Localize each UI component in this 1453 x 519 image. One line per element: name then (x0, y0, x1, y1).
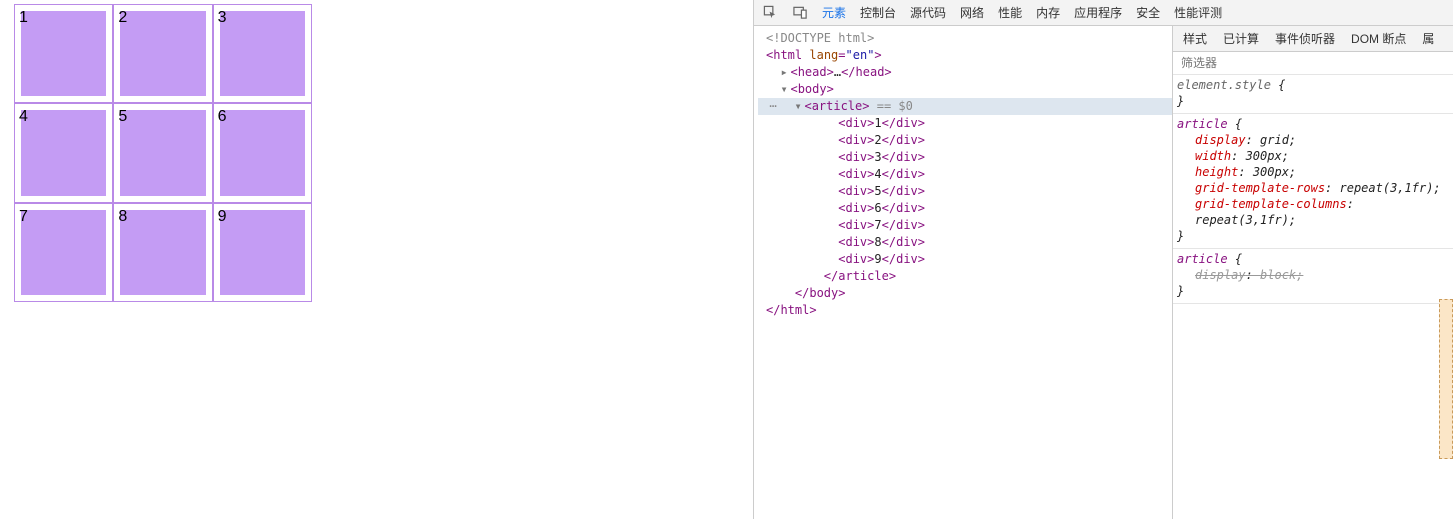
styles-filter-input[interactable] (1173, 52, 1453, 74)
dom-article-open[interactable]: ⋯ ▾<article> == $0 (758, 98, 1172, 115)
dom-div[interactable]: <div>1</div> (758, 115, 1172, 132)
grid-cell: 1 (14, 4, 113, 103)
tab-network[interactable]: 网络 (960, 0, 984, 26)
dom-div[interactable]: <div>5</div> (758, 183, 1172, 200)
grid-cell-label: 7 (19, 208, 28, 225)
grid-cell: 6 (213, 103, 312, 202)
styles-tabbar: 样式 已计算 事件侦听器 DOM 断点 属 (1173, 26, 1453, 52)
dom-div[interactable]: <div>6</div> (758, 200, 1172, 217)
rendered-page: 1 2 3 4 5 6 7 8 9 (0, 0, 753, 519)
stab-dom-breakpoints[interactable]: DOM 断点 (1351, 26, 1406, 52)
grid-cell-label: 3 (218, 9, 227, 26)
stab-properties[interactable]: 属 (1422, 26, 1434, 52)
tab-audits[interactable]: 性能评测 (1174, 0, 1222, 26)
inspect-element-icon[interactable] (762, 5, 778, 21)
tab-memory[interactable]: 内存 (1036, 0, 1060, 26)
box-model-clipped (1439, 299, 1453, 459)
rule-article-ua[interactable]: article { display: block; } (1173, 249, 1453, 304)
styles-panel: 样式 已计算 事件侦听器 DOM 断点 属 element.style { } … (1173, 26, 1453, 519)
dom-div[interactable]: <div>7</div> (758, 217, 1172, 234)
stab-listeners[interactable]: 事件侦听器 (1275, 26, 1335, 52)
grid-cell-label: 5 (118, 108, 127, 125)
grid-cell-label: 4 (19, 108, 28, 125)
dom-div[interactable]: <div>3</div> (758, 149, 1172, 166)
devtools-panel: 元素 控制台 源代码 网络 性能 内存 应用程序 安全 性能评测 <!DOCTY… (753, 0, 1453, 519)
rule-element-style[interactable]: element.style { } (1173, 75, 1453, 114)
tab-performance[interactable]: 性能 (998, 0, 1022, 26)
devtools-body: <!DOCTYPE html> <html lang="en"> ▸<head>… (754, 26, 1453, 519)
grid-cell: 4 (14, 103, 113, 202)
device-toggle-icon[interactable] (792, 5, 808, 21)
styles-filter-row (1173, 52, 1453, 75)
dom-article-close[interactable]: </article> (758, 268, 1172, 285)
grid-cell-label: 8 (118, 208, 127, 225)
root: 1 2 3 4 5 6 7 8 9 元素 控制台 源代码 网络 性能 内存 应 (0, 0, 1453, 519)
dom-html-close[interactable]: </html> (758, 302, 1172, 319)
grid-cell: 7 (14, 203, 113, 302)
dom-tree[interactable]: <!DOCTYPE html> <html lang="en"> ▸<head>… (754, 26, 1173, 519)
grid-cell: 3 (213, 4, 312, 103)
grid-cell: 2 (113, 4, 212, 103)
dom-head[interactable]: ▸<head>…</head> (758, 64, 1172, 81)
tab-console[interactable]: 控制台 (860, 0, 896, 26)
tab-elements[interactable]: 元素 (822, 0, 846, 26)
grid-cell: 5 (113, 103, 212, 202)
dom-div[interactable]: <div>4</div> (758, 166, 1172, 183)
grid-article: 1 2 3 4 5 6 7 8 9 (14, 4, 312, 302)
dom-div[interactable]: <div>8</div> (758, 234, 1172, 251)
dom-body-open[interactable]: ▾<body> (758, 81, 1172, 98)
grid-cell: 9 (213, 203, 312, 302)
tab-application[interactable]: 应用程序 (1074, 0, 1122, 26)
dom-doctype[interactable]: <!DOCTYPE html> (758, 30, 1172, 47)
grid-cell-label: 9 (218, 208, 227, 225)
rule-article[interactable]: article { display: grid; width: 300px; h… (1173, 114, 1453, 249)
grid-cell-label: 6 (218, 108, 227, 125)
stab-styles[interactable]: 样式 (1183, 26, 1207, 52)
stab-computed[interactable]: 已计算 (1223, 26, 1259, 52)
dom-div[interactable]: <div>2</div> (758, 132, 1172, 149)
tab-security[interactable]: 安全 (1136, 0, 1160, 26)
dom-body-close[interactable]: </body> (758, 285, 1172, 302)
dom-html-open[interactable]: <html lang="en"> (758, 47, 1172, 64)
grid-cell-label: 1 (19, 9, 28, 26)
grid-cell-label: 2 (118, 9, 127, 26)
grid-cell: 8 (113, 203, 212, 302)
devtools-tabbar: 元素 控制台 源代码 网络 性能 内存 应用程序 安全 性能评测 (754, 0, 1453, 26)
tab-sources[interactable]: 源代码 (910, 0, 946, 26)
dom-div[interactable]: <div>9</div> (758, 251, 1172, 268)
